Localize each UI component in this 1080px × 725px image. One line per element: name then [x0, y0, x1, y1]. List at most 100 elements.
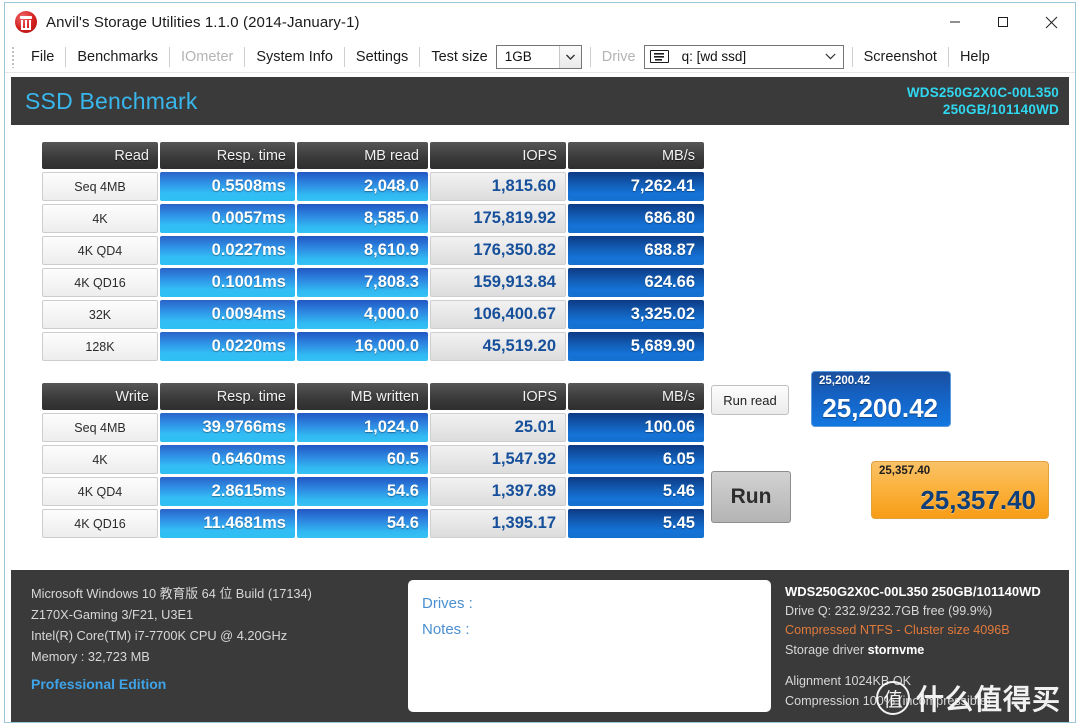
- cell-iops: 176,350.82: [430, 236, 566, 265]
- main-content: Read Resp. time MB read IOPS MB/s Seq 4M…: [5, 125, 1075, 722]
- cell-resp: 11.4681ms: [160, 509, 295, 538]
- cell-mb: 8,585.0: [297, 204, 428, 233]
- menu-divider: [589, 46, 591, 67]
- row-label: 4K: [42, 445, 158, 474]
- table-row: 4K 0.0057ms 8,585.0 175,819.92 686.80: [42, 204, 704, 233]
- motherboard: Z170X-Gaming 3/F21, U3E1: [31, 607, 194, 622]
- toolbar-grip-icon[interactable]: [11, 45, 15, 68]
- window-title: Anvil's Storage Utilities 1.1.0 (2014-Ja…: [46, 13, 360, 31]
- system-info-band: Microsoft Windows 10 教育版 64 位 Build (171…: [11, 570, 1069, 722]
- drive-filesystem: Compressed NTFS - Cluster size 4096B: [785, 623, 1010, 637]
- run-read-button[interactable]: Run read: [711, 385, 789, 415]
- menu-divider: [168, 46, 170, 67]
- drives-label: Drives :: [422, 595, 473, 612]
- cell-mb: 1,024.0: [297, 413, 428, 442]
- row-label: 4K: [42, 204, 158, 233]
- drive-select[interactable]: q: [wd ssd]: [643, 44, 844, 69]
- menu-screenshot[interactable]: Screenshot: [854, 42, 947, 72]
- storage-driver-name: stornvme: [867, 642, 925, 657]
- read-col-header: Read: [42, 142, 158, 169]
- results-tables: Read Resp. time MB read IOPS MB/s Seq 4M…: [40, 139, 704, 541]
- read-score-value: 25,200.42: [822, 393, 938, 423]
- minimize-icon[interactable]: [931, 3, 979, 41]
- row-label: 4K QD16: [42, 268, 158, 297]
- row-label: 4K QD16: [42, 509, 158, 538]
- read-results-table: Read Resp. time MB read IOPS MB/s Seq 4M…: [40, 139, 706, 364]
- cell-mbs: 3,325.02: [568, 300, 704, 329]
- app-window: Anvil's Storage Utilities 1.1.0 (2014-Ja…: [4, 2, 1076, 723]
- drive-alignment: Alignment 1024KB OK: [785, 674, 912, 688]
- menu-settings[interactable]: Settings: [346, 42, 418, 72]
- chevron-down-icon[interactable]: [819, 53, 843, 60]
- drive-model: WDS250G2X0C-00L350 250GB/101140WD: [785, 584, 1041, 599]
- chevron-down-icon[interactable]: [558, 45, 581, 68]
- cell-resp: 39.9766ms: [160, 413, 295, 442]
- menu-divider: [851, 46, 853, 67]
- cell-iops: 1,397.89: [430, 477, 566, 506]
- drive-model-line2: 250GB/101140WD: [942, 102, 1059, 117]
- anvil-icon: [15, 11, 37, 33]
- write-col-iops: IOPS: [430, 383, 566, 410]
- menu-file[interactable]: File: [21, 42, 64, 72]
- cell-resp: 0.1001ms: [160, 268, 295, 297]
- menu-help[interactable]: Help: [950, 42, 1000, 72]
- table-row: 4K QD4 0.0227ms 8,610.9 176,350.82 688.8…: [42, 236, 704, 265]
- menu-bar: File Benchmarks IOmeter System Info Sett…: [5, 41, 1075, 73]
- storage-driver-label: Storage driver: [785, 642, 865, 657]
- benchmark-header: SSD Benchmark WDS250G2X0C-00L350 250GB/1…: [11, 77, 1069, 125]
- run-button[interactable]: Run: [711, 471, 791, 523]
- drive-icon: [649, 50, 669, 63]
- table-header-row: Read Resp. time MB read IOPS MB/s: [42, 142, 704, 169]
- close-icon[interactable]: [1027, 3, 1075, 41]
- window-controls: [931, 3, 1075, 41]
- cell-iops: 1,395.17: [430, 509, 566, 538]
- test-size-label: Test size: [431, 48, 488, 65]
- table-row: 32K 0.0094ms 4,000.0 106,400.67 3,325.02: [42, 300, 704, 329]
- cell-mbs: 100.06: [568, 413, 704, 442]
- cell-mb: 16,000.0: [297, 332, 428, 361]
- cpu-info: Intel(R) Core(TM) i7-7700K CPU @ 4.20GHz: [31, 628, 288, 643]
- cell-mb: 54.6: [297, 477, 428, 506]
- total-score-panel: 25,357.40 25,357.40: [871, 461, 1049, 519]
- cell-resp: 2.8615ms: [160, 477, 295, 506]
- cell-resp: 0.6460ms: [160, 445, 295, 474]
- cell-resp: 0.5508ms: [160, 172, 295, 201]
- cell-resp: 0.0094ms: [160, 300, 295, 329]
- total-score-small: 25,357.40: [879, 465, 931, 477]
- read-col-mbs: MB/s: [568, 142, 704, 169]
- test-size-select[interactable]: 1GB: [495, 44, 582, 69]
- cell-mbs: 6.05: [568, 445, 704, 474]
- total-score-value: 25,357.40: [920, 485, 1036, 515]
- drive-model-readout: WDS250G2X0C-00L350 250GB/101140WD: [907, 84, 1059, 118]
- cell-iops: 1,547.92: [430, 445, 566, 474]
- write-results-table: Write Resp. time MB written IOPS MB/s Se…: [40, 380, 706, 541]
- table-header-row: Write Resp. time MB written IOPS MB/s: [42, 383, 704, 410]
- read-col-mb: MB read: [297, 142, 428, 169]
- menu-benchmarks[interactable]: Benchmarks: [67, 42, 168, 72]
- read-col-resp: Resp. time: [160, 142, 295, 169]
- cell-mbs: 7,262.41: [568, 172, 704, 201]
- write-col-resp: Resp. time: [160, 383, 295, 410]
- write-col-header: Write: [42, 383, 158, 410]
- page-title: SSD Benchmark: [25, 87, 198, 114]
- cell-mbs: 688.87: [568, 236, 704, 265]
- drive-details: WDS250G2X0C-00L350 250GB/101140WD Drive …: [771, 580, 1057, 712]
- row-label: 4K QD4: [42, 236, 158, 265]
- cell-mbs: 5.45: [568, 509, 704, 538]
- notes-textarea[interactable]: Drives : Notes :: [408, 580, 771, 712]
- cell-mb: 7,808.3: [297, 268, 428, 297]
- menu-iometer: IOmeter: [180, 48, 234, 65]
- cell-mb: 54.6: [297, 509, 428, 538]
- row-label: 32K: [42, 300, 158, 329]
- table-row: 4K QD16 0.1001ms 7,808.3 159,913.84 624.…: [42, 268, 704, 297]
- table-row: Seq 4MB 0.5508ms 2,048.0 1,815.60 7,262.…: [42, 172, 704, 201]
- row-label: 128K: [42, 332, 158, 361]
- drive-value: q: [wd ssd]: [681, 49, 747, 64]
- drive-compression: Compression 100% (incompressible): [785, 693, 991, 708]
- cell-mbs: 5,689.90: [568, 332, 704, 361]
- read-col-iops: IOPS: [430, 142, 566, 169]
- cell-iops: 106,400.67: [430, 300, 566, 329]
- maximize-icon[interactable]: [979, 3, 1027, 41]
- cell-mb: 4,000.0: [297, 300, 428, 329]
- menu-system-info[interactable]: System Info: [246, 42, 343, 72]
